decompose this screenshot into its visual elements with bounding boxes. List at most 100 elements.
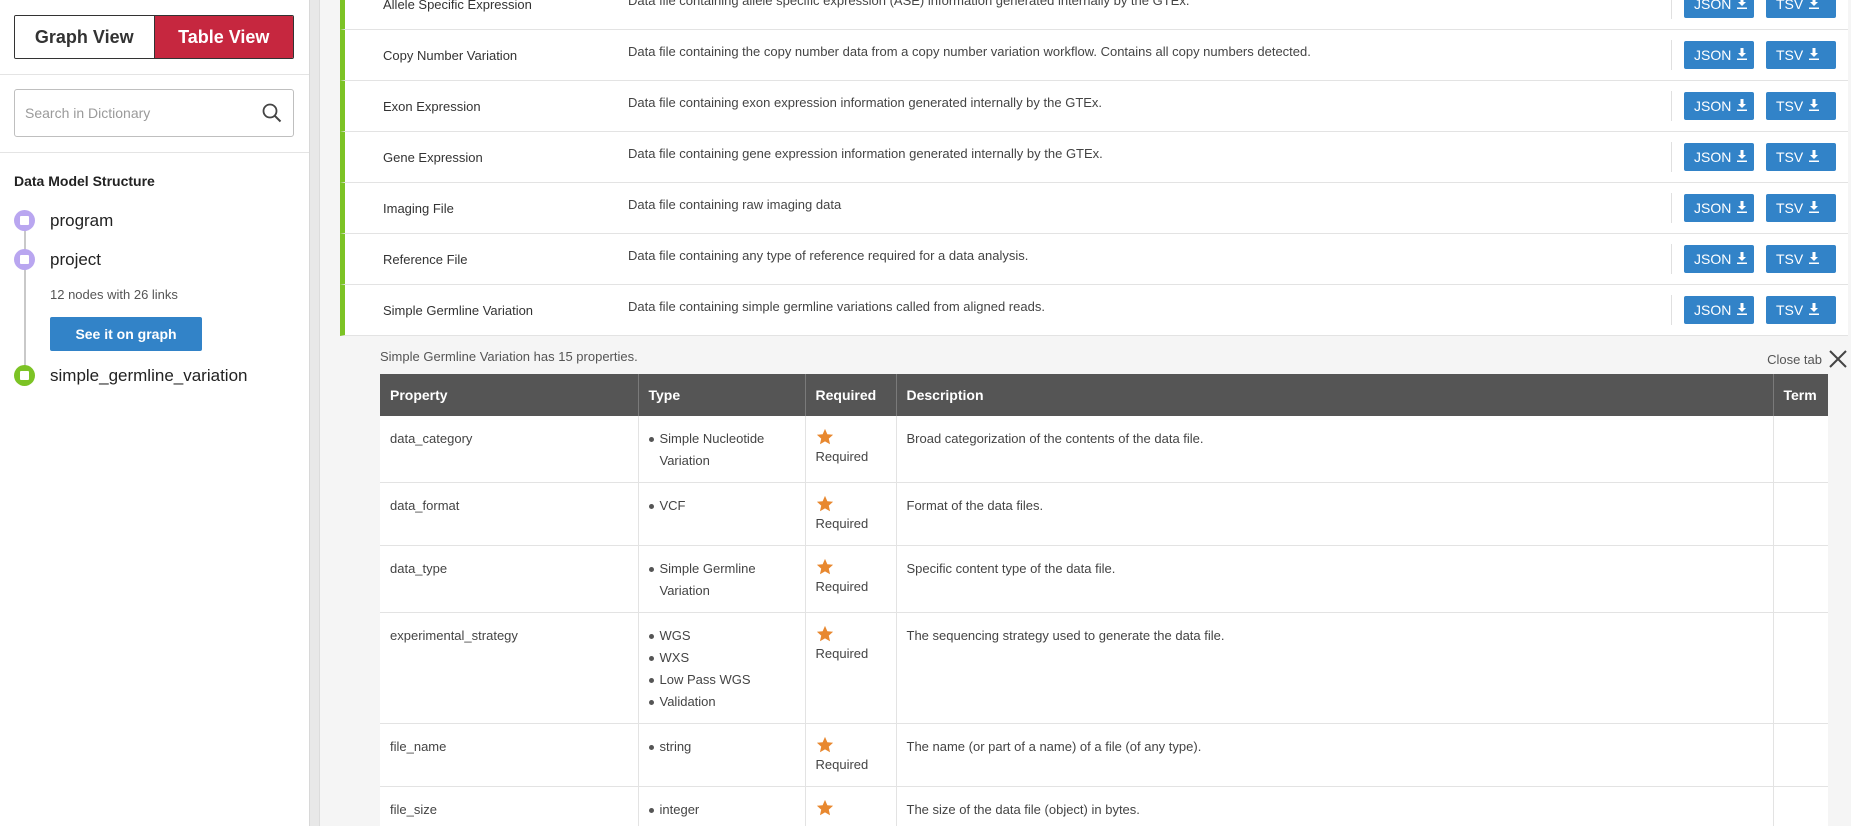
column-header-term: Term xyxy=(1773,374,1828,416)
node-row[interactable]: Exon Expression Data file containing exon… xyxy=(340,81,1848,132)
tree-node-project[interactable]: project xyxy=(14,249,101,270)
download-json-button[interactable]: JSON xyxy=(1684,143,1754,171)
tsv-label: TSV xyxy=(1776,251,1804,267)
download-icon xyxy=(1809,251,1820,267)
required-star-icon xyxy=(816,736,886,754)
type-value: integer xyxy=(648,799,795,821)
view-toggle: Graph View Table View xyxy=(14,15,294,59)
term-cell xyxy=(1773,416,1828,483)
download-json-button[interactable]: JSON xyxy=(1684,245,1754,273)
node-name[interactable]: Imaging File xyxy=(383,201,454,216)
app-root: Graph View Table View Data Model Structu… xyxy=(0,0,1851,826)
node-description: Data file containing exon expression inf… xyxy=(628,95,1103,110)
column-header-property: Property xyxy=(380,374,639,416)
property-description: The name (or part of a name) of a file (… xyxy=(896,723,1774,787)
type-list: integer xyxy=(648,799,795,821)
node-row[interactable]: Reference File Data file containing any t… xyxy=(340,234,1848,285)
table-view-button[interactable]: Table View xyxy=(153,16,293,58)
tsv-label: TSV xyxy=(1776,47,1804,63)
download-tsv-button[interactable]: TSV xyxy=(1766,41,1836,69)
table-row: data_format VCF Required Format of the data… xyxy=(380,482,1828,546)
property-description: The sequencing strategy used to generate… xyxy=(896,612,1774,724)
required-cell: Required xyxy=(805,482,897,546)
node-name[interactable]: Allele Specific Expression xyxy=(383,0,532,12)
node-name[interactable]: Reference File xyxy=(383,252,468,267)
type-value: WXS xyxy=(648,647,795,669)
type-list: Simple Germline Variation xyxy=(648,558,795,602)
column-header-required: Required xyxy=(805,374,897,416)
search-input[interactable] xyxy=(25,105,261,121)
node-name[interactable]: Exon Expression xyxy=(383,99,481,114)
type-list: VCF xyxy=(648,495,795,517)
json-label: JSON xyxy=(1694,200,1732,216)
property-type-cell: string xyxy=(638,723,806,787)
download-json-button[interactable]: JSON xyxy=(1684,296,1754,324)
json-label: JSON xyxy=(1694,251,1732,267)
download-icon xyxy=(1737,302,1748,318)
close-tab-button[interactable]: Close tab xyxy=(1767,349,1848,369)
sidebar-resize-handle[interactable] xyxy=(309,0,320,826)
download-icon xyxy=(1809,302,1820,318)
download-actions: JSON TSV xyxy=(1684,296,1836,324)
node-name[interactable]: Copy Number Variation xyxy=(383,48,517,63)
property-type-cell: WGS WXS Low Pass WGS Validation xyxy=(638,612,806,724)
node-description: Data file containing gene expression inf… xyxy=(628,146,1103,161)
node-name[interactable]: Gene Expression xyxy=(383,150,483,165)
search-icon[interactable] xyxy=(261,102,283,124)
tsv-label: TSV xyxy=(1776,200,1804,216)
term-cell xyxy=(1773,482,1828,546)
graph-view-button[interactable]: Graph View xyxy=(15,16,154,58)
download-tsv-button[interactable]: TSV xyxy=(1766,194,1836,222)
divider xyxy=(1671,40,1672,70)
download-icon xyxy=(1737,149,1748,165)
download-icon xyxy=(1737,200,1748,216)
divider xyxy=(1671,244,1672,274)
download-json-button[interactable]: JSON xyxy=(1684,41,1754,69)
required-cell: Required xyxy=(805,612,897,724)
download-tsv-button[interactable]: TSV xyxy=(1766,296,1836,324)
json-label: JSON xyxy=(1694,0,1732,12)
download-icon xyxy=(1809,149,1820,165)
divider xyxy=(1671,91,1672,121)
download-json-button[interactable]: JSON xyxy=(1684,194,1754,222)
node-link-count: 12 nodes with 26 links xyxy=(50,287,178,302)
download-icon xyxy=(1809,98,1820,114)
download-tsv-button[interactable]: TSV xyxy=(1766,245,1836,273)
node-row[interactable]: Imaging File Data file containing raw ima… xyxy=(340,183,1848,234)
divider xyxy=(0,74,309,75)
node-row[interactable]: Simple Germline Variation Data file conta… xyxy=(340,285,1848,336)
tree-node-label: simple_germline_variation xyxy=(50,365,248,385)
download-json-button[interactable]: JSON xyxy=(1684,92,1754,120)
type-value: string xyxy=(648,736,795,758)
download-tsv-button[interactable]: TSV xyxy=(1766,143,1836,171)
node-description: Data file containing raw imaging data xyxy=(628,197,842,212)
json-label: JSON xyxy=(1694,98,1732,114)
column-header-description: Description xyxy=(896,374,1774,416)
property-name: file_size xyxy=(380,786,639,826)
required-label: Required xyxy=(815,757,869,772)
type-list: WGS WXS Low Pass WGS Validation xyxy=(648,625,795,713)
download-actions: JSON TSV xyxy=(1684,245,1836,273)
node-row[interactable]: Gene Expression Data file containing gene… xyxy=(340,132,1848,183)
required-label: Required xyxy=(815,516,869,531)
close-icon[interactable] xyxy=(1828,349,1848,369)
node-row[interactable]: Copy Number Variation Data file containin… xyxy=(340,30,1848,81)
node-row[interactable]: Allele Specific Expression Data file cont… xyxy=(340,0,1848,30)
search-field[interactable] xyxy=(14,89,294,137)
property-tab: Simple Germline Variation has 15 propert… xyxy=(340,337,1848,826)
tree-node-simple-germline-variation[interactable]: simple_germline_variation xyxy=(14,365,247,386)
type-value: WGS xyxy=(648,625,795,647)
see-on-graph-button[interactable]: See it on graph xyxy=(50,317,202,351)
download-tsv-button[interactable]: TSV xyxy=(1766,92,1836,120)
property-description: Format of the data files. xyxy=(896,482,1774,546)
property-count: Simple Germline Variation has 15 propert… xyxy=(380,349,638,364)
download-json-button[interactable]: JSON xyxy=(1684,0,1754,18)
tree-node-program[interactable]: program xyxy=(14,210,113,231)
divider xyxy=(1671,142,1672,172)
node-file-icon xyxy=(14,365,35,386)
close-tab-label: Close tab xyxy=(1767,351,1822,367)
node-name[interactable]: Simple Germline Variation xyxy=(383,303,533,318)
table-row: data_type Simple Germline Variation Requir… xyxy=(380,545,1828,613)
download-actions: JSON TSV xyxy=(1684,0,1836,18)
download-tsv-button[interactable]: TSV xyxy=(1766,0,1836,18)
